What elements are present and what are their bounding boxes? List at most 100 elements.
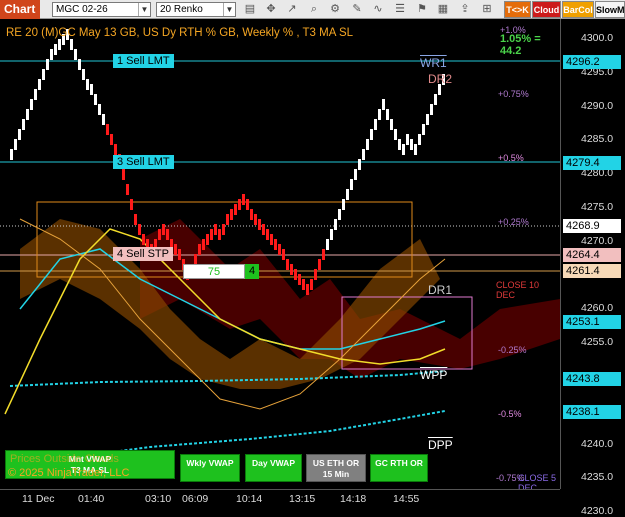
renko-brick [382, 99, 385, 110]
renko-brick [322, 249, 325, 260]
wkly-vwap-button[interactable]: Wkly VWAP [180, 454, 240, 482]
chart-panel[interactable]: RE 20 (M)GC May 13 GB, US Dy RTH % GB, W… [0, 19, 560, 493]
bar-chart-icon[interactable]: ▤ [242, 2, 258, 17]
position-quantity[interactable]: 75 [183, 264, 245, 279]
renko-brick [374, 119, 377, 130]
renko-brick [54, 44, 57, 55]
price-tick-label: 4235.0 [581, 471, 614, 484]
tick-counter-button[interactable]: T<>K [504, 1, 531, 18]
price-tick-label: 4290.0 [581, 99, 614, 112]
time-tick-label: 13:15 [289, 493, 316, 505]
level-minus-05pct: -0.5% [498, 409, 522, 419]
renko-brick [250, 209, 253, 220]
renko-brick [206, 234, 209, 245]
indicators-icon[interactable]: ∿ [370, 2, 386, 17]
price-tick-label: 4285.0 [581, 133, 614, 146]
renko-brick [262, 224, 265, 235]
order-sell-limit-3[interactable]: 3 Sell LMT [113, 155, 174, 169]
renko-brick [34, 89, 37, 100]
renko-brick [406, 134, 409, 145]
templates-icon[interactable]: ⚑ [414, 2, 430, 17]
drawing-tools-icon[interactable]: ✎ [349, 2, 365, 17]
renko-brick [86, 79, 89, 90]
gc-rth-or-button[interactable]: GC RTH OR [370, 454, 428, 482]
chart-title: RE 20 (M)GC May 13 GB, US Dy RTH % GB, W… [6, 27, 354, 39]
renko-brick [38, 79, 41, 90]
time-tick-label: 11 Dec [22, 493, 55, 505]
renko-brick [14, 139, 17, 150]
renko-brick [314, 269, 317, 280]
chevron-down-icon: ▼ [223, 3, 235, 16]
bar-type-selector[interactable]: 20 Renko ▼ [156, 2, 236, 17]
watermark-text: Prices Outside Clouds [10, 453, 119, 465]
renko-brick [218, 229, 221, 240]
renko-brick [290, 264, 293, 275]
price-tag-last: 4268.9 [563, 219, 621, 233]
renko-brick [162, 224, 165, 235]
time-tick-label: 01:40 [78, 493, 105, 505]
price-tick-label: 4270.0 [581, 234, 614, 247]
price-tick-label: 4300.0 [581, 32, 614, 44]
renko-brick [106, 124, 109, 135]
price-tick-label: 4230.0 [581, 505, 614, 517]
us-eth-or-button[interactable]: US ETH OR 15 Min [306, 454, 366, 482]
renko-brick [390, 119, 393, 130]
crosshair-icon[interactable]: ✥ [263, 2, 279, 17]
pointer-icon[interactable]: ↗ [284, 2, 300, 17]
instrument-selector[interactable]: MGC 02-26 ▼ [52, 2, 151, 17]
level-plus-075pct: +0.75% [498, 89, 529, 99]
day-vwap-button[interactable]: Day VWAP [245, 454, 302, 482]
barcol-button[interactable]: BarCol [562, 1, 594, 18]
cloud-button[interactable]: Cloud [532, 1, 561, 18]
price-tag-ma: 4261.4 [563, 264, 621, 278]
renko-brick [310, 279, 313, 290]
window-title: Chart [0, 0, 40, 19]
renko-brick [166, 229, 169, 240]
zoom-icon[interactable]: ⌕ [306, 2, 322, 17]
renko-brick [114, 144, 117, 155]
price-chart[interactable] [0, 19, 560, 489]
renko-brick [378, 109, 381, 120]
renko-brick [362, 149, 365, 160]
renko-brick [278, 244, 281, 255]
price-tag-order3: 4279.4 [563, 156, 621, 170]
renko-brick [110, 134, 113, 145]
renko-brick [318, 259, 321, 270]
renko-brick [42, 69, 45, 80]
renko-brick [102, 114, 105, 125]
share-icon[interactable]: ⇪ [457, 2, 473, 17]
renko-brick [266, 229, 269, 240]
renko-brick [346, 189, 349, 200]
level-plus-05pct: +0.5% [498, 153, 524, 163]
order-sell-stop-4[interactable]: 4 Sell STP [113, 247, 173, 261]
time-axis[interactable]: 11 Dec 01:40 03:10 06:09 10:14 13:15 14:18 14:5… [0, 489, 560, 509]
renko-brick [286, 259, 289, 270]
renko-brick [338, 209, 341, 220]
renko-brick [46, 59, 49, 70]
properties-icon[interactable]: ⚙ [327, 2, 343, 17]
strategies-icon[interactable]: ☰ [392, 2, 408, 17]
renko-brick [394, 129, 397, 140]
renko-brick [210, 229, 213, 240]
copyright-text: © 2025 NinjaTrader, LLC [8, 467, 130, 479]
data-box-icon[interactable]: ▦ [435, 2, 451, 17]
renko-brick [282, 249, 285, 260]
level-dr2: DR2 [428, 72, 453, 86]
renko-brick [122, 169, 125, 180]
renko-brick [274, 239, 277, 250]
renko-brick [226, 214, 229, 225]
renko-brick [330, 229, 333, 240]
time-tick-label: 14:55 [393, 493, 420, 505]
slowm-button[interactable]: SlowM [595, 1, 625, 18]
position-count[interactable]: 4 [245, 264, 259, 279]
order-icon[interactable]: ⊞ [479, 2, 495, 17]
renko-brick [94, 94, 97, 105]
price-tick-label: 4255.0 [581, 336, 614, 349]
renko-brick [246, 199, 249, 210]
renko-brick [58, 39, 61, 50]
order-sell-limit-1[interactable]: 1 Sell LMT [113, 54, 174, 68]
renko-brick [198, 244, 201, 255]
level-dpp: DPP [428, 438, 453, 452]
renko-brick [370, 129, 373, 140]
price-axis[interactable]: 4300.0 4295.0 4290.0 4285.0 4280.0 4275.0 4270… [560, 19, 625, 517]
